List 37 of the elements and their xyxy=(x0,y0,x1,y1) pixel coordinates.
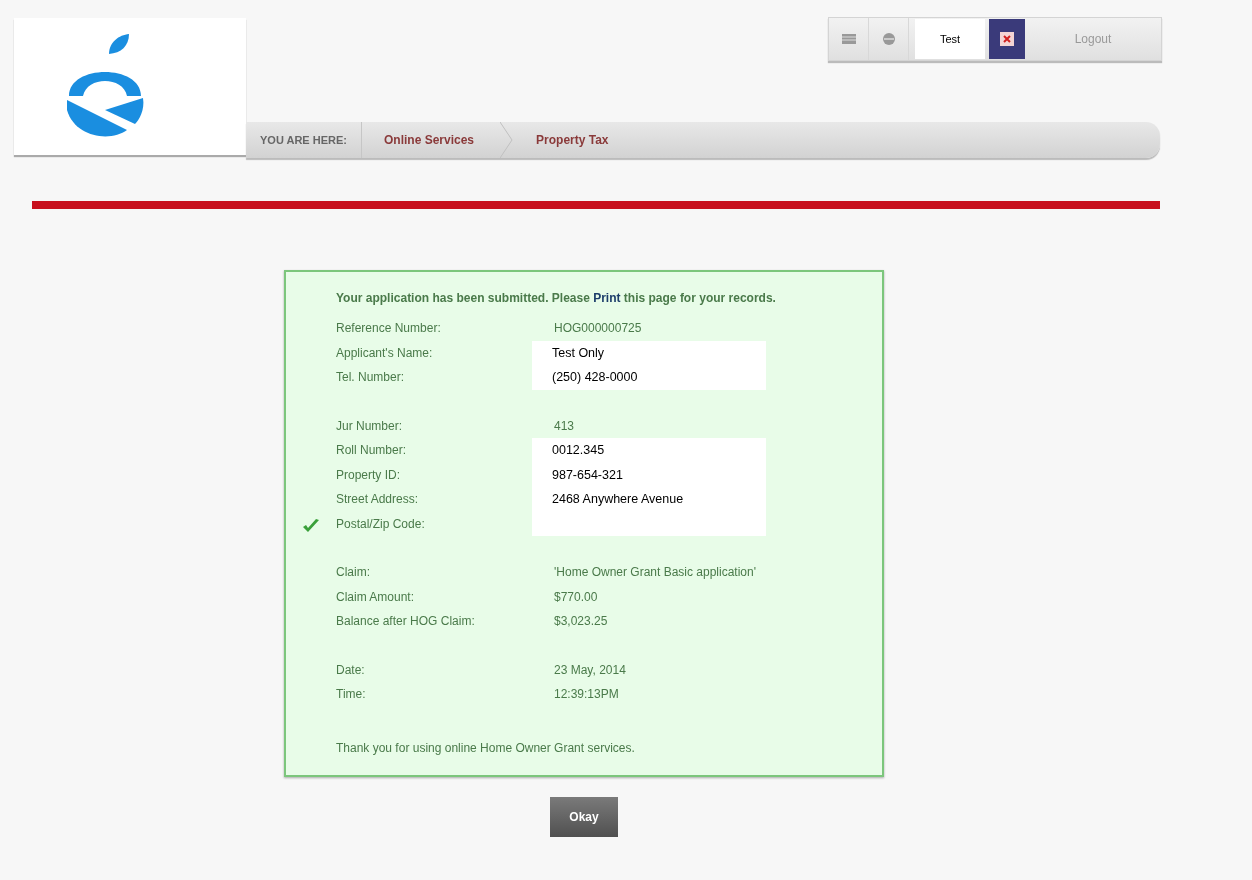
breadcrumb-label: YOU ARE HERE: xyxy=(246,122,362,158)
field-label: Jur Number: xyxy=(336,418,404,433)
confirmation-message: Your application has been submitted. Please Print this page for your records. xyxy=(336,290,777,307)
field-value: $3,023.25 xyxy=(553,614,608,629)
field-label: Postal/Zip Code: xyxy=(336,516,426,531)
chevron-separator-icon xyxy=(500,122,515,158)
field-label: Street Address: xyxy=(336,492,420,507)
close-button[interactable] xyxy=(989,19,1025,59)
thanks-message: Thank you for using online Home Owner Grant services. xyxy=(336,740,636,755)
field-label: Reference Number: xyxy=(336,321,442,336)
field-value: 0012.345 xyxy=(532,438,766,463)
okay-button[interactable]: Okay xyxy=(550,796,618,837)
field-value: (250) 428-0000 xyxy=(532,365,766,390)
checkmark-icon xyxy=(302,517,320,534)
field-label: Tel. Number: xyxy=(336,370,406,385)
field-value: 23 May, 2014 xyxy=(553,662,626,677)
field-value: 2468 Anywhere Avenue xyxy=(532,487,766,512)
breadcrumb-link[interactable]: Property Tax xyxy=(514,122,635,158)
field-value: 12:39:13PM xyxy=(553,687,619,702)
field-label: Property ID: xyxy=(336,467,402,482)
user-name: Test xyxy=(915,19,985,59)
field-label: Claim: xyxy=(336,565,371,580)
field-value: $770.00 xyxy=(553,589,598,604)
field-label: Claim Amount: xyxy=(336,589,416,604)
breadcrumb-link[interactable]: Online Services xyxy=(362,122,501,158)
field-value: Test Only xyxy=(532,340,766,365)
print-link[interactable]: Print xyxy=(593,291,621,305)
field-label: Applicant's Name: xyxy=(336,345,434,360)
field-label: Time: xyxy=(336,687,367,702)
close-icon xyxy=(1000,32,1014,46)
field-label: Roll Number: xyxy=(336,443,408,458)
field-label: Date: xyxy=(336,662,366,677)
field-value: 987-654-321 xyxy=(532,462,766,487)
field-value: 'Home Owner Grant Basic application' xyxy=(553,565,756,580)
field-value: 413 xyxy=(553,418,575,433)
field-value: HOG000000725 xyxy=(553,321,642,336)
field-label: Balance after HOG Claim: xyxy=(336,614,476,629)
